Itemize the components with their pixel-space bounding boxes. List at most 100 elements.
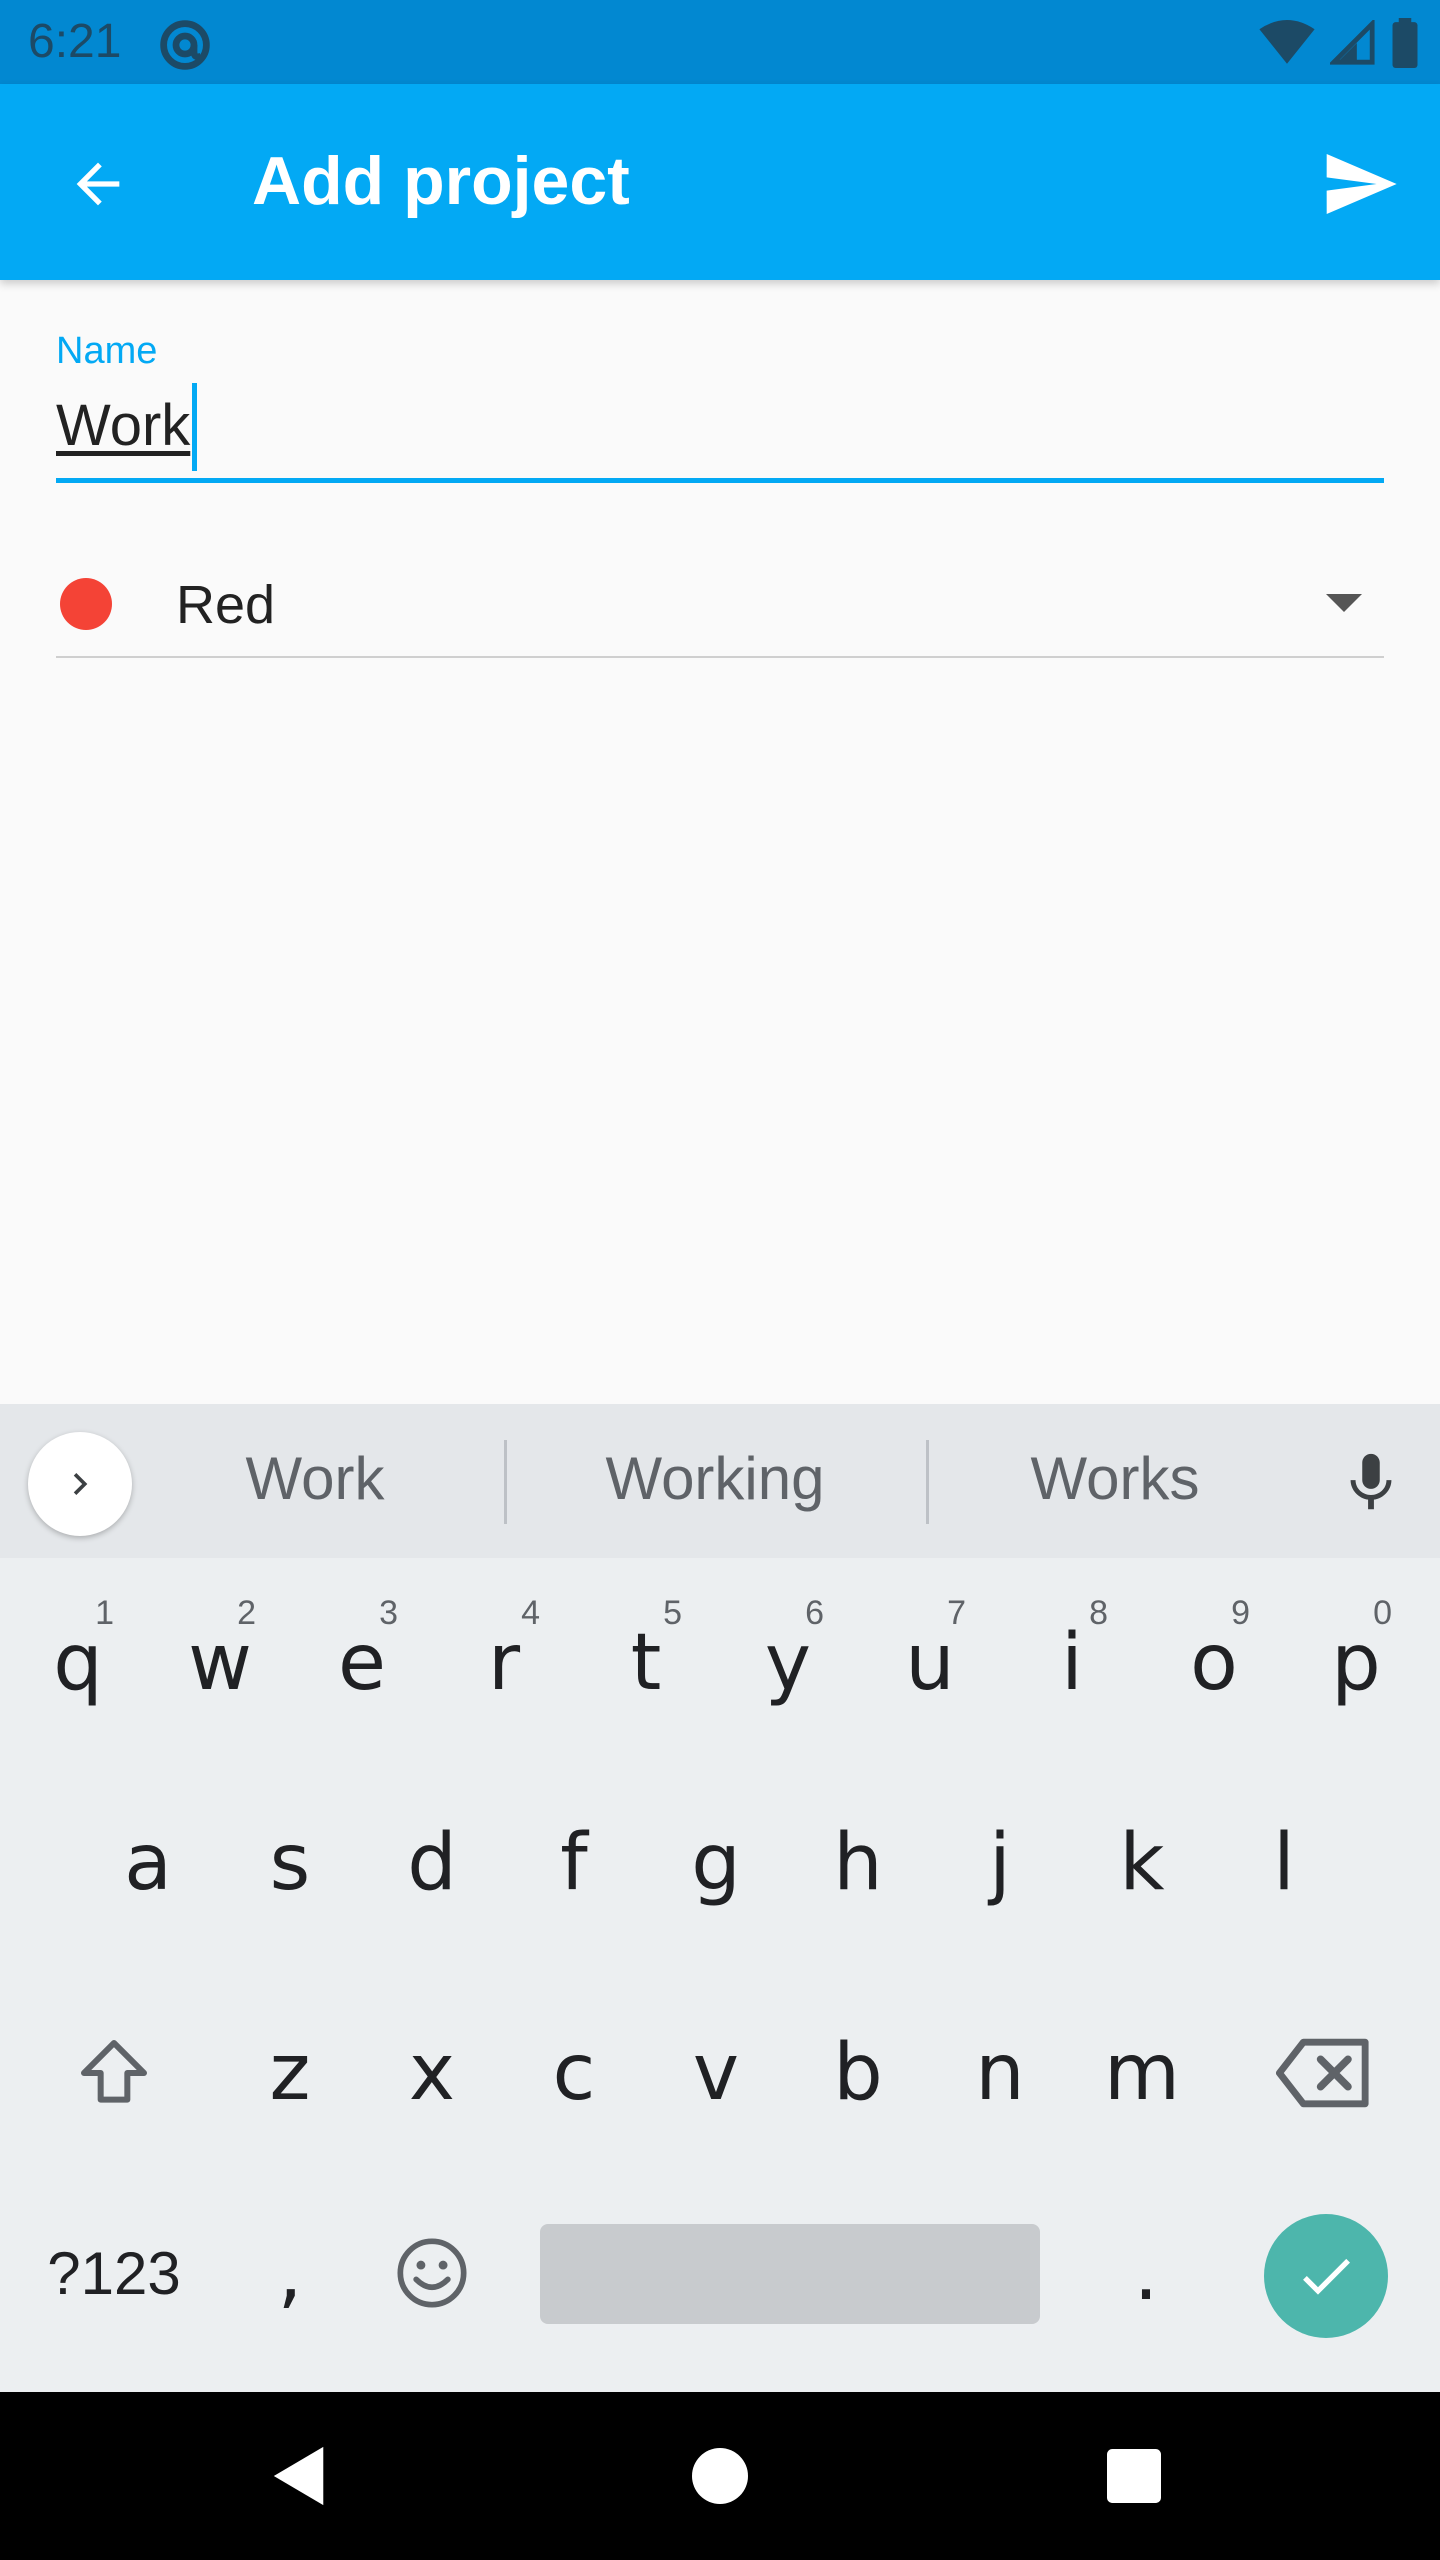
signal-icon	[1330, 20, 1375, 65]
color-select-label: Red	[176, 575, 276, 635]
key-hint: 0	[1373, 1594, 1392, 1632]
key-s[interactable]: s	[220, 1768, 360, 1958]
key-hint: 4	[521, 1594, 540, 1632]
key-hint: 5	[663, 1594, 682, 1632]
send-button[interactable]	[1310, 134, 1410, 234]
key-label: .	[1133, 2228, 1159, 2318]
nav-home-button[interactable]	[670, 2426, 770, 2526]
suggestion-3[interactable]: Works	[960, 1444, 1270, 1513]
color-swatch	[60, 578, 112, 630]
emoji-key[interactable]	[362, 2178, 502, 2368]
at-sign-icon	[160, 20, 210, 70]
key-i[interactable]: i8	[1002, 1568, 1142, 1758]
suggestion-bar: Work Working Works	[0, 1404, 1440, 1558]
key-m[interactable]: m	[1072, 1978, 1212, 2168]
key-label: g	[691, 1818, 741, 1908]
shift-key[interactable]	[44, 1978, 184, 2168]
backspace-icon	[1276, 2038, 1369, 2108]
key-y[interactable]: y6	[718, 1568, 858, 1758]
key-label: h	[833, 1818, 883, 1908]
comma-key[interactable]: ,	[220, 2178, 360, 2368]
space-bar[interactable]	[540, 2224, 1040, 2324]
microphone-icon[interactable]	[1336, 1448, 1406, 1518]
key-label: c	[552, 2028, 596, 2118]
period-key[interactable]: .	[1076, 2178, 1216, 2368]
key-l[interactable]: l	[1214, 1768, 1354, 1958]
send-icon	[1326, 154, 1397, 214]
nav-recents-button[interactable]	[1084, 2426, 1184, 2526]
system-nav-bar	[0, 2392, 1440, 2560]
key-h[interactable]: h	[788, 1768, 928, 1958]
status-bar: 6:21	[0, 0, 1440, 84]
key-z[interactable]: z	[220, 1978, 360, 2168]
key-label: d	[407, 1818, 457, 1908]
key-d[interactable]: d	[362, 1768, 502, 1958]
triangle-back-icon	[273, 2446, 324, 2506]
suggestion-divider	[926, 1440, 929, 1524]
key-label: b	[833, 2028, 883, 2118]
key-f[interactable]: f	[504, 1768, 644, 1958]
suggestion-2[interactable]: Working	[540, 1444, 890, 1513]
key-label: n	[975, 2028, 1025, 2118]
suggestion-1[interactable]: Work	[160, 1444, 470, 1513]
app-bar: Add project	[0, 84, 1440, 280]
key-e[interactable]: e3	[292, 1568, 432, 1758]
key-b[interactable]: b	[788, 1978, 928, 2168]
nav-back-button[interactable]	[250, 2426, 350, 2526]
key-label: m	[1104, 2028, 1180, 2118]
key-j[interactable]: j	[930, 1768, 1070, 1958]
backspace-key[interactable]	[1254, 1978, 1394, 2168]
wifi-icon	[1259, 20, 1315, 64]
key-label: s	[269, 1818, 311, 1908]
keyboard: Work Working Works q1 w2 e3 r4 t5 y6 u7 …	[0, 1404, 1440, 2392]
key-w[interactable]: w2	[150, 1568, 290, 1758]
key-o[interactable]: o9	[1144, 1568, 1284, 1758]
home-circle-icon	[692, 2448, 748, 2504]
status-time: 6:21	[28, 15, 122, 68]
key-hint: 6	[805, 1594, 824, 1632]
key-k[interactable]: k	[1072, 1768, 1212, 1958]
key-n[interactable]: n	[930, 1978, 1070, 2168]
key-label: z	[269, 2028, 311, 2118]
back-button[interactable]	[50, 136, 146, 232]
key-hint: 1	[95, 1594, 114, 1632]
key-label: x	[408, 2028, 456, 2118]
name-field[interactable]: Name Work	[56, 330, 1384, 483]
key-label: t	[630, 1618, 662, 1708]
key-t[interactable]: t5	[576, 1568, 716, 1758]
key-q[interactable]: q1	[8, 1568, 148, 1758]
key-label: v	[692, 2028, 740, 2118]
key-hint: 3	[379, 1594, 398, 1632]
key-label: k	[1119, 1818, 1165, 1908]
key-p[interactable]: p0	[1286, 1568, 1426, 1758]
key-c[interactable]: c	[504, 1978, 644, 2168]
emoji-icon	[397, 2238, 467, 2308]
key-a[interactable]: a	[78, 1768, 218, 1958]
chevron-right-icon	[73, 1473, 88, 1495]
key-x[interactable]: x	[362, 1978, 502, 2168]
shift-icon	[81, 2040, 147, 2103]
symbols-key[interactable]: ?123	[34, 2178, 194, 2368]
name-input-value: Work	[56, 393, 191, 458]
arrow-back-icon	[76, 162, 120, 206]
name-input[interactable]: Work	[56, 383, 1384, 483]
name-field-label: Name	[56, 330, 158, 372]
battery-icon	[1392, 18, 1418, 68]
key-u[interactable]: u7	[860, 1568, 1000, 1758]
enter-key[interactable]	[1264, 2214, 1388, 2338]
key-g[interactable]: g	[646, 1768, 786, 1958]
dropdown-arrow-icon	[1326, 594, 1362, 612]
key-r[interactable]: r4	[434, 1568, 574, 1758]
key-hint: 8	[1089, 1594, 1108, 1632]
key-hint: 7	[947, 1594, 966, 1632]
key-label: a	[124, 1818, 172, 1908]
key-hint: 2	[237, 1594, 256, 1632]
key-label: l	[1273, 1818, 1295, 1908]
expand-suggestions-button[interactable]	[28, 1432, 132, 1536]
color-select[interactable]: Red	[56, 552, 1384, 658]
recents-square-icon	[1107, 2449, 1161, 2503]
text-caret	[192, 383, 198, 471]
key-v[interactable]: v	[646, 1978, 786, 2168]
key-hint: 9	[1231, 1594, 1250, 1632]
key-label: ?123	[47, 2239, 181, 2307]
